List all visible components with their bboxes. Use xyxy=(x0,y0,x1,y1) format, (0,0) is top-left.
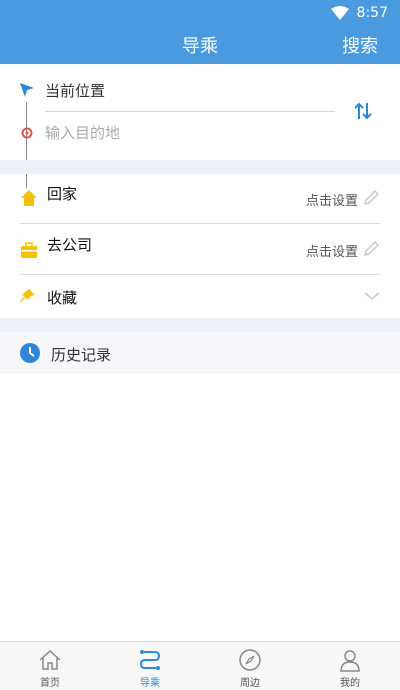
destination-dot-icon xyxy=(21,127,33,139)
swap-icon[interactable] xyxy=(353,101,373,121)
compass-icon xyxy=(239,649,261,671)
tab-label: 首页 xyxy=(40,678,60,689)
tab-label: 我的 xyxy=(340,678,360,689)
pencil-icon[interactable] xyxy=(362,240,380,258)
clock-icon xyxy=(20,343,40,363)
title-bar: 8:57 导乘 搜索 xyxy=(0,0,400,64)
tab-guide[interactable]: 导乘 xyxy=(100,642,200,690)
row-divider xyxy=(20,274,380,275)
row-divider xyxy=(20,223,380,224)
section-gap xyxy=(0,318,400,332)
section-gap xyxy=(0,160,400,174)
history-header[interactable]: 历史记录 xyxy=(0,332,400,374)
bottom-tab-bar: 首页 导乘 周边 我的 xyxy=(0,641,400,690)
briefcase-icon xyxy=(21,242,37,258)
location-arrow-icon xyxy=(20,83,34,97)
tab-home[interactable]: 首页 xyxy=(0,642,100,690)
tab-label: 周边 xyxy=(240,678,260,689)
tab-me[interactable]: 我的 xyxy=(300,642,400,690)
shortcut-home-row[interactable]: 回家 点击设置 xyxy=(0,174,400,224)
destination-field[interactable]: 输入目的地 xyxy=(45,122,120,143)
home-icon xyxy=(21,190,37,206)
tab-nearby[interactable]: 周边 xyxy=(200,642,300,690)
origin-field[interactable]: 当前位置 xyxy=(45,80,105,101)
shortcut-label: 收藏 xyxy=(47,289,78,307)
set-work-button[interactable]: 点击设置 xyxy=(306,241,358,260)
shortcut-favorites-row[interactable]: 收藏 xyxy=(0,276,400,318)
status-bar: 8:57 xyxy=(330,4,388,22)
tab-label: 导乘 xyxy=(140,678,160,689)
history-label: 历史记录 xyxy=(51,346,112,364)
home-outline-icon xyxy=(39,649,61,670)
page-title: 导乘 xyxy=(182,36,218,57)
route-divider xyxy=(45,111,335,112)
route-icon xyxy=(139,650,161,670)
pin-icon xyxy=(20,289,35,302)
wifi-icon xyxy=(330,6,349,20)
search-button[interactable]: 搜索 xyxy=(342,32,378,58)
shortcut-label: 去公司 xyxy=(47,236,93,254)
shortcut-work-row[interactable]: 去公司 点击设置 xyxy=(0,225,400,275)
set-home-button[interactable]: 点击设置 xyxy=(306,190,358,209)
status-time: 8:57 xyxy=(356,5,388,21)
route-planner: 当前位置 输入目的地 xyxy=(0,64,400,188)
user-icon xyxy=(340,650,360,672)
pencil-icon[interactable] xyxy=(362,189,380,207)
chevron-down-icon[interactable] xyxy=(364,291,380,301)
shortcut-label: 回家 xyxy=(47,185,78,203)
